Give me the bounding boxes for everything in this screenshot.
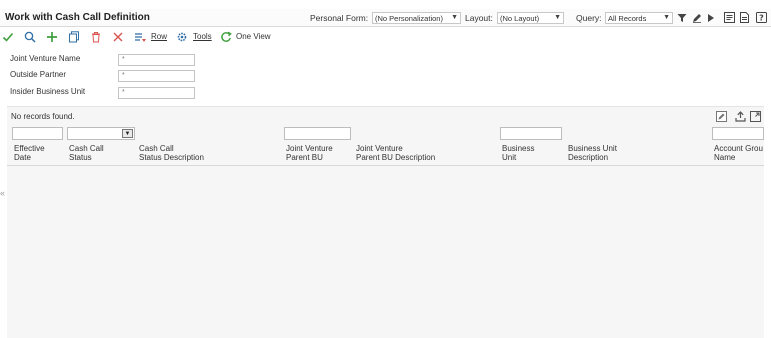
layout-value: (No Layout) (500, 14, 540, 23)
qbe-jv-parent-bu[interactable] (284, 127, 351, 140)
search-icon[interactable] (23, 30, 37, 44)
query-value: All Records (608, 14, 647, 23)
column-header-line: Business (502, 144, 535, 153)
column-header-line: Description (568, 153, 609, 162)
column-header-line: Parent BU Description (356, 153, 436, 162)
column-header-jv-parent-bu[interactable]: Joint Venture Parent BU (286, 144, 333, 162)
column-header-account-group-name[interactable]: Account Grou Name (714, 144, 763, 162)
column-header-line: Date (14, 153, 31, 162)
play-icon[interactable] (705, 11, 717, 24)
column-header-line: Status Description (139, 153, 204, 162)
page-title: Work with Cash Call Definition (5, 12, 150, 23)
qbe-effective-date[interactable] (12, 127, 63, 140)
layout-select[interactable]: (No Layout) ▼ (497, 12, 564, 24)
one-view-label[interactable]: One View (236, 32, 271, 41)
column-header-line: Cash Call (69, 144, 104, 153)
row-menu-icon[interactable] (133, 30, 147, 44)
edit-pencil-icon[interactable] (691, 11, 703, 24)
column-header-cash-call-status-description[interactable]: Cash Call Status Description (139, 144, 204, 162)
grid-status-message: No records found. (11, 112, 75, 121)
close-icon[interactable] (111, 30, 125, 44)
filter-icon[interactable] (676, 11, 688, 24)
chevron-down-icon: ▼ (451, 14, 458, 21)
qbe-cash-call-status[interactable]: ▼ (67, 127, 135, 140)
select-check-icon[interactable] (1, 30, 15, 44)
personal-form-label: Personal Form: (310, 13, 369, 23)
column-header-line: Status (69, 153, 92, 162)
expand-grid-icon[interactable] (749, 110, 761, 122)
column-header-line: Effective (14, 144, 45, 153)
joint-venture-name-label: Joint Venture Name (10, 54, 81, 63)
results-grid: No records found. ▼ Effective Date Cash … (7, 106, 764, 338)
column-header-business-unit[interactable]: Business Unit (502, 144, 534, 162)
layout-label: Layout: (465, 13, 493, 23)
column-header-line: Name (714, 153, 736, 162)
joint-venture-name-field[interactable]: * (118, 54, 195, 66)
tools-menu-label[interactable]: Tools (193, 32, 212, 41)
qbe-account-group-name[interactable] (712, 127, 764, 140)
one-view-icon[interactable] (219, 30, 233, 44)
column-header-line: Business Unit (568, 144, 617, 153)
form-header: Work with Cash Call Definition Personal … (0, 9, 771, 27)
row-menu-label[interactable]: Row (151, 32, 167, 41)
header-filter-panel: Joint Venture Name * Outside Partner * I… (7, 48, 764, 104)
column-header-effective-date[interactable]: Effective Date (14, 144, 45, 162)
column-header-line: Parent BU (286, 153, 323, 162)
personal-form-value: (No Personalization) (375, 14, 443, 23)
help-icon[interactable]: ? (755, 11, 767, 24)
column-header-line: Unit (502, 153, 517, 162)
column-header-line: Account Grou (714, 144, 763, 153)
copy-icon[interactable] (67, 30, 81, 44)
outside-partner-label: Outside Partner (10, 70, 67, 79)
tools-gear-icon[interactable] (175, 30, 189, 44)
personal-form-select[interactable]: (No Personalization) ▼ (372, 12, 461, 24)
grid-header-divider (7, 165, 764, 166)
delete-trash-icon[interactable] (89, 30, 103, 44)
column-header-cash-call-status[interactable]: Cash Call Status (69, 144, 104, 162)
export-icon[interactable] (734, 110, 746, 122)
page-icon[interactable] (738, 11, 750, 24)
collapse-panel-icon[interactable]: « (0, 186, 7, 200)
chevron-down-icon[interactable]: ▼ (122, 129, 133, 138)
chevron-down-icon: ▼ (663, 14, 670, 21)
list-view-icon[interactable] (723, 11, 735, 24)
outside-partner-field[interactable]: * (118, 70, 195, 82)
insider-business-unit-field[interactable]: * (118, 87, 195, 99)
add-icon[interactable] (45, 30, 59, 44)
column-header-line: Joint Venture (286, 144, 333, 153)
chevron-down-icon: ▼ (554, 14, 561, 21)
grid-edit-icon[interactable] (715, 110, 727, 122)
svg-text:?: ? (759, 14, 764, 23)
column-header-line: Joint Venture (356, 144, 403, 153)
action-toolbar: Row Tools One View (0, 28, 771, 46)
qbe-business-unit[interactable] (500, 127, 562, 140)
query-select[interactable]: All Records ▼ (605, 12, 673, 24)
query-label: Query: (576, 13, 602, 23)
column-header-business-unit-description[interactable]: Business Unit Description (568, 144, 617, 162)
column-header-line: Cash Call (139, 144, 174, 153)
insider-business-unit-label: Insider Business Unit (10, 87, 86, 96)
column-header-jv-parent-bu-description[interactable]: Joint Venture Parent BU Description (356, 144, 435, 162)
